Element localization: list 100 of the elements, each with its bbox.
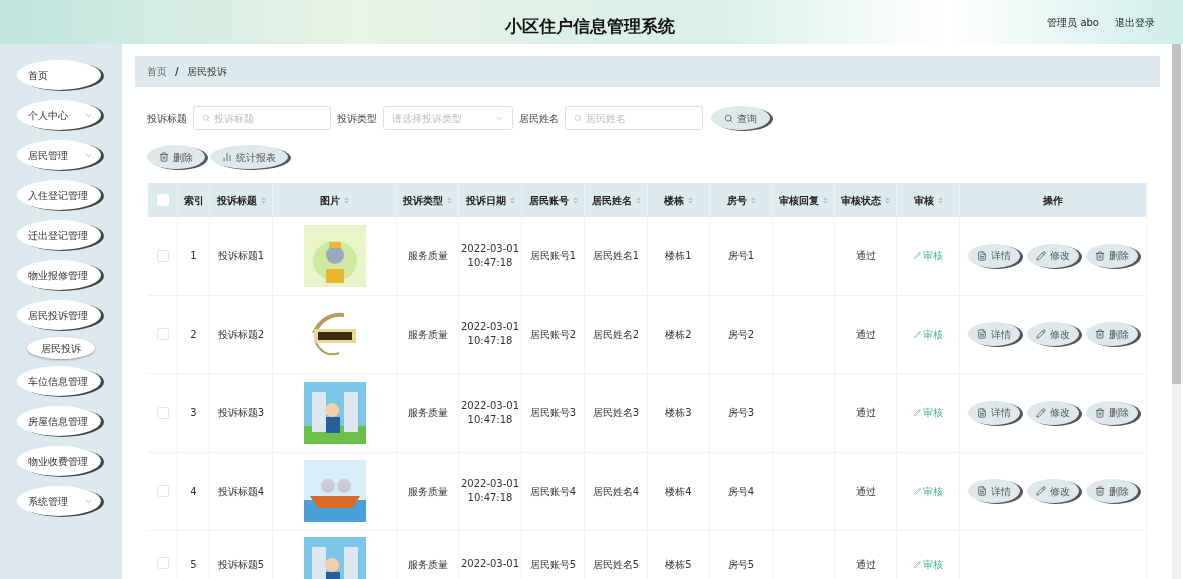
table-cell: 2022-03-01 10:47:18 [460,398,520,427]
user-label: 管理员 abo [1047,15,1099,30]
trash-icon [1095,486,1105,497]
column-header[interactable]: 投诉标题 [216,192,257,208]
search-button[interactable]: 查询 [711,106,770,130]
table-cell-text: 居民姓名1 [592,249,640,264]
table-cell-text: 居民姓名5 [592,558,640,572]
document-icon [977,329,987,340]
column-header[interactable]: 审核回复 [779,192,819,208]
checkbox[interactable] [156,406,169,419]
app-title: 小区住户信息管理系统 [505,15,675,38]
row-action-button[interactable]: 修改 [1027,243,1079,268]
pencil-icon [913,561,921,568]
sidebar-item[interactable]: 首页 [17,60,101,90]
search-icon [574,114,582,122]
action-button[interactable]: 删除 [147,145,205,169]
action-button[interactable]: 统计报表 [210,145,288,169]
row-action-button[interactable]: 修改 [1027,322,1079,347]
sidebar-item[interactable]: 车位信息管理 [17,366,101,396]
table-cell-text: 服务质量 [407,249,448,264]
sidebar-item[interactable]: 迁出登记管理 [17,220,101,250]
table-cell: 2022-03-01 10:47:18 [460,477,520,506]
search-label: 居民姓名 [519,111,559,126]
table-cell-text: 居民姓名3 [592,406,640,421]
sort-icon [937,196,943,204]
row-action-button[interactable]: 详情 [968,479,1020,504]
table-cell-text: 4 [190,484,197,499]
table-cell-text: 2 [190,327,197,342]
table-cell-text: 居民账号3 [529,406,577,421]
table-cell-text: 服务质量 [407,327,448,342]
row-action-button[interactable]: 详情 [968,400,1020,425]
sort-icon [823,196,828,204]
table-cell-text: 投诉标题1 [217,249,265,264]
column-header[interactable]: 居民账号 [528,192,569,208]
table-cell-text: 居民账号1 [529,249,577,264]
table-cell-text: 3 [190,406,197,421]
table-cell: 2022-03-01 [460,557,520,571]
row-action-button[interactable]: 详情 [968,243,1020,268]
column-header[interactable]: 图片 [320,192,340,208]
table-cell-text: 居民账号2 [529,327,577,342]
table-cell-text: 服务质量 [407,484,448,499]
sidebar-item[interactable]: 系统管理 [17,486,101,516]
table-cell-text: 楼栋5 [665,558,692,572]
sidebar-item[interactable]: 居民投诉管理 [17,300,101,330]
breadcrumb-separator: / [175,65,179,79]
sidebar-item[interactable]: 物业收费管理 [17,446,101,476]
logout-link[interactable]: 退出登录 [1115,14,1155,30]
column-header[interactable]: 投诉日期 [465,192,506,208]
checkbox[interactable] [156,249,169,262]
row-action-button[interactable]: 删除 [1086,243,1138,268]
sidebar-subitem[interactable]: 居民投诉 [27,337,95,359]
pencil-icon [1036,250,1046,261]
column-header[interactable]: 楼栋 [664,192,684,208]
column-header[interactable]: 审核 [913,192,934,208]
table-cell-text: 楼栋1 [665,249,692,264]
row-action-button[interactable]: 删除 [1086,322,1138,347]
pencil-icon [913,252,921,260]
column-header[interactable]: 房号 [726,192,747,208]
column-header[interactable]: 审核状态 [841,192,881,208]
pencil-icon [1036,486,1046,497]
document-icon [977,407,987,418]
table-cell-text: 房号3 [727,406,755,421]
sidebar-item[interactable]: 居民管理 [17,140,101,170]
row-action-button[interactable]: 删除 [1086,479,1138,504]
search-icon [724,113,733,123]
row-action-button[interactable]: 修改 [1027,479,1079,504]
row-action-button[interactable]: 修改 [1027,400,1079,425]
row-action-button[interactable]: 删除 [1086,400,1138,425]
breadcrumb-item[interactable]: 首页 [147,64,167,79]
sidebar-item[interactable]: 入住登记管理 [17,180,101,210]
table-cell: 2022-03-01 10:47:18 [460,320,520,349]
table-cell-text: 居民姓名2 [592,327,640,342]
table-cell-text: 房号5 [727,558,755,572]
column-header: 操作 [1043,193,1063,208]
table-cell-text: 服务质量 [407,406,448,421]
sidebar-item[interactable]: 房屋信息管理 [17,406,101,436]
checkbox[interactable] [156,485,169,498]
table-cell-text: 通过 [855,406,876,421]
table-cell-text: 通过 [855,249,876,264]
table-cell-text: 投诉标题2 [217,327,265,342]
row-action-button[interactable]: 详情 [968,322,1020,347]
sort-icon [344,196,349,204]
table-cell-text: 楼栋2 [665,327,692,342]
column-header[interactable]: 居民姓名 [591,192,632,208]
search-label: 投诉标题 [147,111,187,126]
table-cell-text: 楼栋3 [665,406,692,421]
table-cell-text: 楼栋4 [665,484,692,499]
checkbox[interactable] [156,557,169,569]
table-cell-text: 房号2 [727,327,755,342]
document-icon [977,486,987,497]
column-header[interactable]: 投诉类型 [403,192,443,208]
sidebar-item[interactable]: 个人中心 [17,100,101,130]
checkbox[interactable] [156,328,169,341]
pencil-icon [1036,407,1046,418]
table-cell-text: 居民姓名4 [592,484,640,499]
sidebar-item[interactable]: 物业报修管理 [17,260,101,290]
table-cell-text: 居民账号5 [529,558,577,572]
bar-chart-icon [222,152,232,162]
table-cell-text: 房号4 [727,484,755,499]
sort-icon [572,196,578,204]
